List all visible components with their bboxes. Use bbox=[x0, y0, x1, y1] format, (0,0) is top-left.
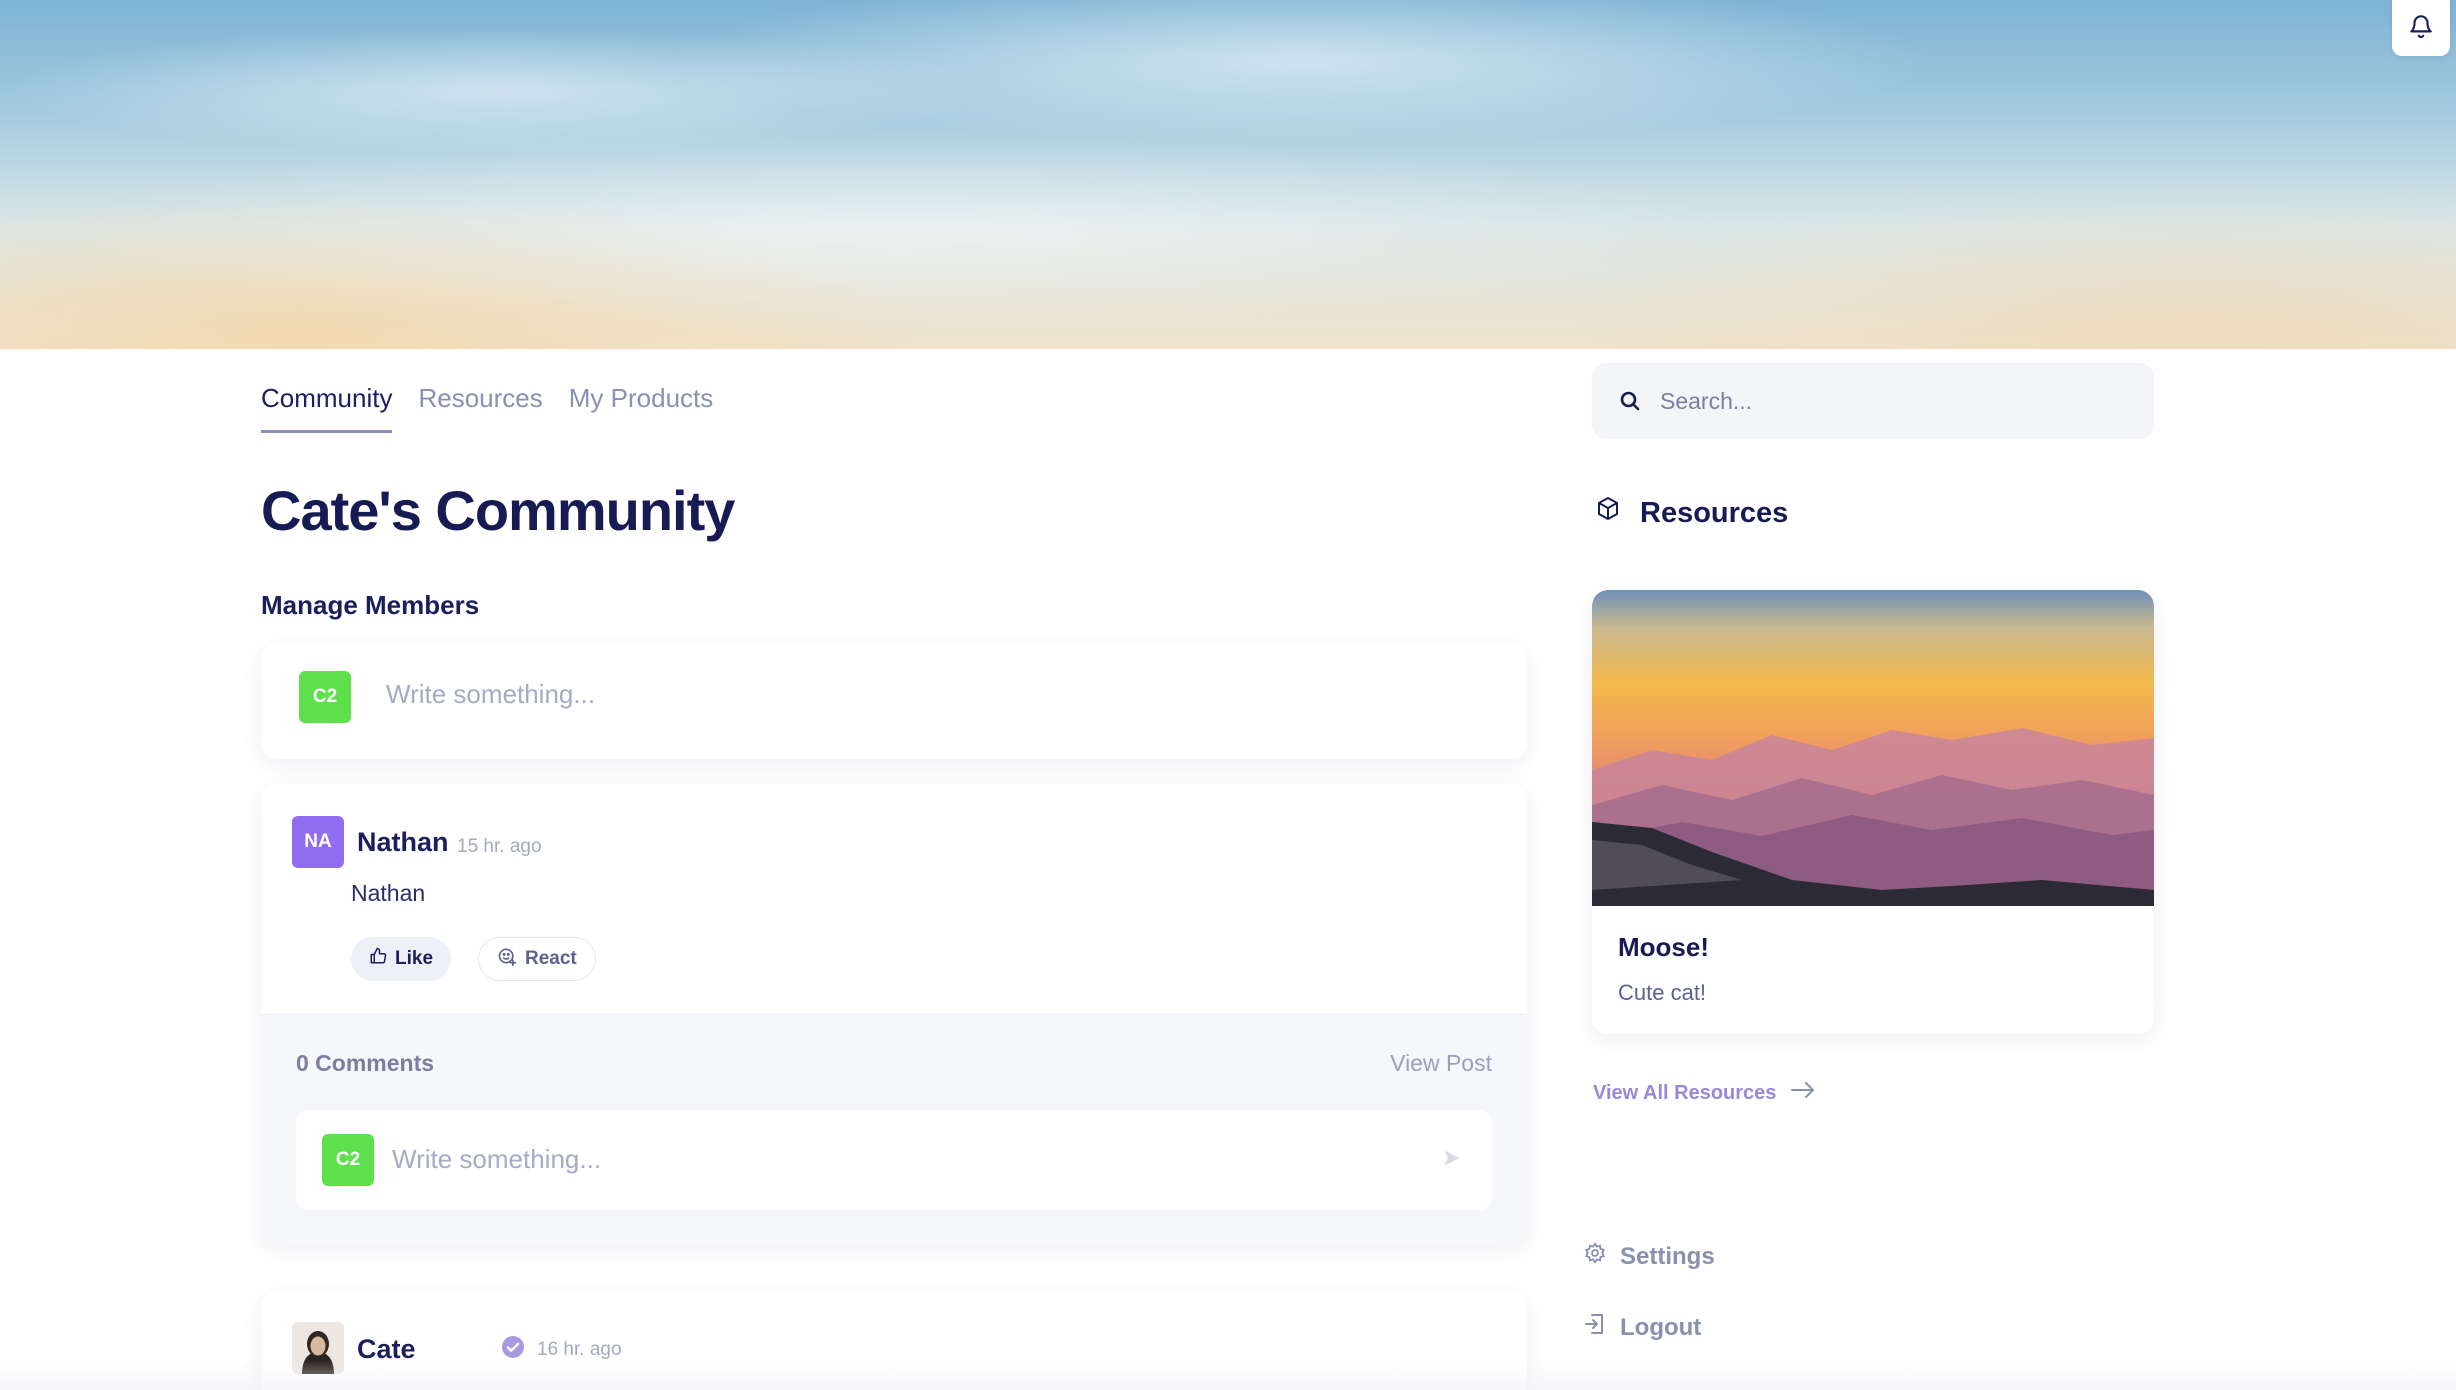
resources-heading-label: Resources bbox=[1640, 496, 1789, 529]
thumbs-up-icon bbox=[369, 947, 387, 971]
search-input[interactable] bbox=[1660, 363, 2130, 439]
gear-icon bbox=[1584, 1242, 1606, 1271]
post-timestamp: 15 hr. ago bbox=[457, 836, 542, 857]
avatar: C2 bbox=[299, 671, 351, 723]
comments-count[interactable]: 0 Comments bbox=[296, 1050, 434, 1077]
page-title: Cate's Community bbox=[261, 479, 735, 542]
resource-description: Cute cat! bbox=[1618, 980, 1707, 1005]
search-icon bbox=[1618, 389, 1642, 418]
post-card: Cate 16 hr. ago bbox=[261, 1291, 1527, 1390]
react-button[interactable]: React bbox=[478, 937, 596, 981]
resources-heading: Resources bbox=[1596, 496, 1788, 530]
comment-composer[interactable]: C2 Write something... bbox=[296, 1110, 1492, 1210]
view-all-resources-link[interactable]: View All Resources bbox=[1593, 1080, 1816, 1106]
composer-input[interactable]: Write something... bbox=[386, 679, 595, 710]
main-tabs: Community Resources My Products bbox=[261, 383, 713, 433]
send-icon[interactable] bbox=[1442, 1148, 1462, 1173]
cube-icon bbox=[1596, 496, 1620, 530]
post-author[interactable]: Cate bbox=[357, 1334, 416, 1365]
manage-members-link[interactable]: Manage Members bbox=[261, 590, 479, 621]
view-post-link[interactable]: View Post bbox=[1390, 1050, 1492, 1077]
post-author[interactable]: Nathan bbox=[357, 827, 449, 858]
resource-card[interactable]: Moose! Cute cat! bbox=[1592, 590, 2154, 1034]
avatar: C2 bbox=[322, 1134, 374, 1186]
post-card: NA Nathan 15 hr. ago Nathan Like React 0… bbox=[261, 784, 1527, 1244]
post-composer[interactable]: C2 Write something... bbox=[261, 643, 1527, 759]
view-all-label: View All Resources bbox=[1593, 1081, 1777, 1104]
tab-resources[interactable]: Resources bbox=[418, 383, 542, 433]
settings-label: Settings bbox=[1620, 1242, 1715, 1270]
like-button[interactable]: Like bbox=[351, 937, 452, 981]
avatar bbox=[292, 1322, 344, 1374]
logout-link[interactable]: Logout bbox=[1584, 1312, 1701, 1343]
tab-community[interactable]: Community bbox=[261, 383, 393, 433]
avatar: NA bbox=[292, 816, 344, 868]
like-label: Like bbox=[395, 948, 434, 969]
react-label: React bbox=[525, 948, 577, 969]
resource-image bbox=[1592, 590, 2154, 906]
arrow-right-icon bbox=[1790, 1080, 1816, 1106]
search-bar bbox=[1592, 363, 2154, 439]
notifications-button[interactable] bbox=[2392, 0, 2450, 56]
verified-badge-icon bbox=[501, 1335, 525, 1364]
logout-icon bbox=[1584, 1312, 1606, 1343]
settings-link[interactable]: Settings bbox=[1584, 1242, 1715, 1271]
bell-icon bbox=[2408, 12, 2434, 45]
comment-input[interactable]: Write something... bbox=[392, 1144, 601, 1175]
post-body: Nathan bbox=[351, 880, 426, 906]
comments-section: 0 Comments View Post C2 Write something.… bbox=[261, 1014, 1527, 1244]
logout-label: Logout bbox=[1620, 1313, 1702, 1341]
emoji-add-icon bbox=[497, 946, 517, 972]
post-timestamp: 16 hr. ago bbox=[537, 1339, 622, 1360]
tab-my-products[interactable]: My Products bbox=[569, 383, 714, 433]
resource-title: Moose! bbox=[1618, 932, 1709, 962]
cover-banner bbox=[0, 0, 2456, 349]
